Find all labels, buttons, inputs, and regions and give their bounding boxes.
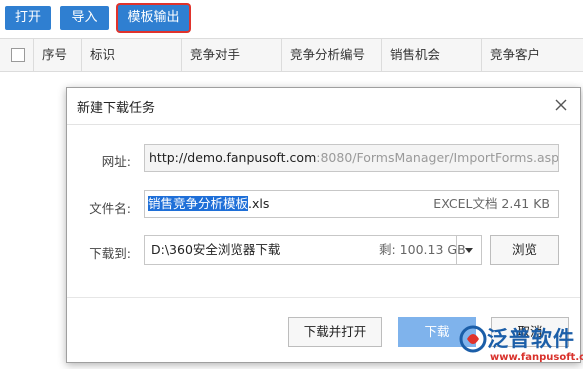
url-rest-text: :8080/FormsManager/ImportForms.aspx?Fo — [316, 150, 559, 165]
url-field[interactable]: http://demo.fanpusoft.com:8080/FormsMana… — [144, 144, 559, 172]
download-and-open-button[interactable]: 下载并打开 — [288, 317, 382, 347]
save-path-select[interactable]: D:\360安全浏览器下载 剩: 100.13 GB — [144, 235, 482, 265]
dialog-titlebar: 新建下载任务 — [67, 88, 580, 125]
file-type-size: EXCEL文档 2.41 KB — [433, 196, 550, 211]
filename-extension: .xls — [248, 196, 270, 211]
browse-button[interactable]: 浏览 — [490, 235, 559, 265]
column-header-index[interactable]: 序号 — [33, 39, 81, 71]
free-space-text: 剩: 100.13 GB — [379, 242, 466, 257]
select-all-checkbox[interactable] — [11, 48, 25, 62]
watermark-url: www.fanpusoft.com — [490, 352, 583, 363]
filename-label: 文件名: — [89, 201, 131, 216]
open-button[interactable]: 打开 — [5, 6, 51, 30]
column-header-analysis-no[interactable]: 竞争分析编号 — [281, 39, 381, 71]
column-header-competitor[interactable]: 竞争对手 — [181, 39, 281, 71]
column-header-id[interactable]: 标识 — [81, 39, 181, 71]
fanpu-logo-icon — [459, 325, 487, 353]
dialog-title: 新建下载任务 — [77, 101, 156, 116]
dialog-divider — [67, 297, 580, 298]
close-icon[interactable] — [552, 96, 570, 114]
column-header-sales-opportunity[interactable]: 销售机会 — [381, 39, 481, 71]
table-header: 序号 标识 竞争对手 竞争分析编号 销售机会 竞争客户 — [0, 38, 583, 72]
column-header-competing-customer[interactable]: 竞争客户 — [481, 39, 583, 71]
template-export-button[interactable]: 模板输出 — [118, 5, 189, 31]
path-dropdown-button[interactable] — [456, 236, 481, 264]
caret-down-icon — [465, 248, 473, 253]
fanpusoft-watermark: 泛普软件 www.fanpusoft.com — [457, 321, 583, 369]
url-label: 网址: — [101, 154, 131, 169]
import-button[interactable]: 导入 — [60, 6, 109, 30]
save-path-text: D:\360安全浏览器下载 — [151, 242, 281, 257]
url-main-text: http://demo.fanpusoft.com — [149, 150, 317, 165]
toolbar: 打开 导入 模板输出 — [0, 0, 583, 36]
url-host: http://demo.fanpusoft.com:8080/FormsMana… — [145, 150, 559, 165]
filename-selected-text: 销售竞争分析模板 — [148, 196, 249, 211]
saveto-label: 下载到: — [89, 246, 131, 261]
watermark-brand: 泛普软件 — [487, 327, 575, 351]
filename-field[interactable]: 销售竞争分析模板.xls EXCEL文档 2.41 KB — [144, 190, 559, 218]
